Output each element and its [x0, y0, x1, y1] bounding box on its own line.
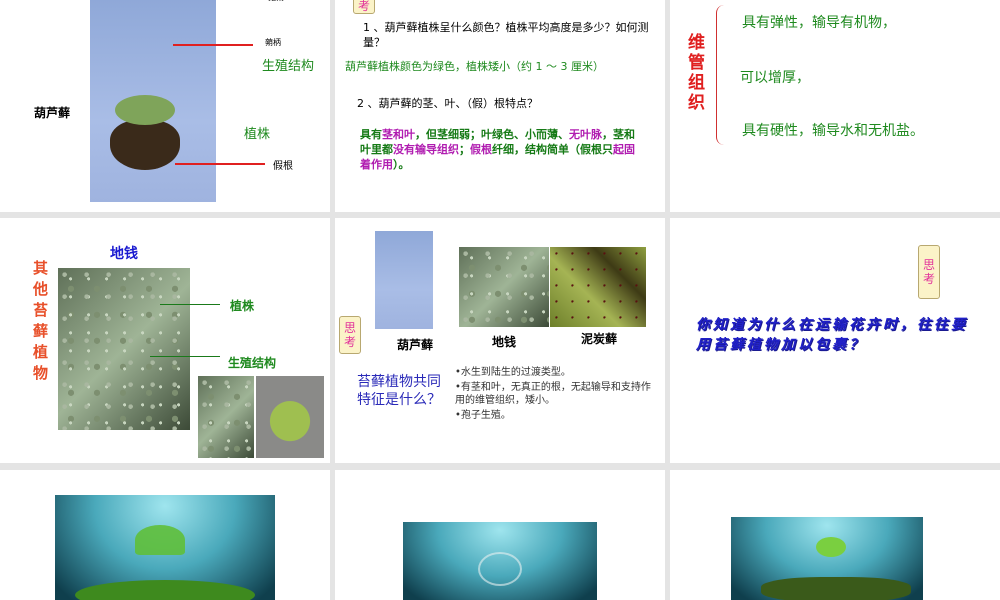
answer-2-segment: ； — [459, 143, 470, 156]
think-scroll-icon: 考 — [353, 0, 375, 14]
sphagnum-photo — [550, 247, 646, 327]
seedling-on-log-photo — [731, 517, 923, 600]
funaria-photo — [375, 231, 433, 329]
feature-item: •孢子生殖。 — [455, 410, 511, 421]
funaria-caption: 葫芦藓 — [397, 338, 434, 352]
plant-label: 植株 — [230, 299, 255, 313]
question-2: 2 、葫芦藓的茎、叶、（假）根特点？ — [357, 97, 538, 110]
feature-item: •水生到陆生的过渡类型。 — [455, 367, 571, 378]
plant-label: 植株 — [244, 127, 271, 142]
slide-thumbnail-8[interactable] — [335, 470, 665, 600]
liverwort-closeup-photo-2 — [256, 376, 324, 458]
answer-1: 葫芦藓植株颜色为绿色，植株矮小（约 1 ～ 3 厘米） — [345, 60, 604, 73]
slide-thumbnail-5[interactable]: 思考 葫芦藓 地钱 泥炭藓 苔藓植物共同特征是什么？ •水生到陆生的过渡类型。 … — [335, 218, 665, 463]
liverwort-closeup-photo — [198, 376, 254, 458]
plant-name: 葫芦藓 — [34, 106, 71, 120]
answer-2-segment: 纤细，结构简单（假根只 — [492, 143, 613, 156]
features-list: •水生到陆生的过渡类型。 •有茎和叶，无真正的根，无起输导和支持作用的维管组织，… — [455, 366, 660, 422]
question-1: 1 、葫芦藓植株呈什么颜色？植株平均高度是多少？如何测量？ — [363, 21, 649, 49]
feature-item: •有茎和叶，无真正的根，无起输导和支持作用的维管组织，矮小。 — [455, 382, 651, 406]
vascular-item-2: 可以增厚， — [740, 70, 810, 86]
stalk-label: 蒴柄 — [265, 38, 281, 47]
slide-thumbnail-7[interactable] — [0, 470, 330, 600]
answer-2-segment: 具有 — [360, 128, 382, 141]
vascular-tissue-title: 维管组织 — [688, 33, 705, 113]
sphagnum-caption: 泥炭藓 — [581, 332, 618, 346]
answer-2-segment: 茎和叶 — [382, 128, 415, 141]
slide-thumbnail-1[interactable]: 葫芦藓 孢蒴 蒴柄 生殖结构 植株 假根 — [0, 0, 330, 212]
top-label: 孢蒴 — [268, 0, 284, 3]
liverwort-caption: 地钱 — [492, 335, 517, 349]
slide-thumbnail-6[interactable]: 思考 你知道为什么在运输花卉时，往往要用苔藓植物加以包裹？ — [670, 218, 1000, 463]
vascular-item-1: 具有弹性，输导有机物， — [742, 15, 896, 31]
answer-2: 具有茎和叶，但茎细弱；叶绿色、小而薄、无叶脉，茎和叶里都没有输导组织；假根纤细，… — [360, 127, 645, 172]
moss-photo — [90, 0, 216, 202]
slide-thumbnail-3[interactable]: 维管组织 具有弹性，输导有机物， 可以增厚， 具有硬性，输导水和无机盐。 — [670, 0, 1000, 212]
answer-2-segment: 没有输导组织 — [393, 143, 459, 156]
fern-seedling-photo — [55, 495, 275, 600]
answer-2-segment: 假根 — [470, 143, 492, 156]
think-scroll-icon: 思考 — [339, 316, 361, 354]
answer-2-segment: ）。 — [393, 158, 410, 171]
slide-thumbnail-2[interactable]: 考 1 、葫芦藓植株呈什么颜色？植株平均高度是多少？如何测量？ 葫芦藓植株颜色为… — [335, 0, 665, 212]
slide-thumbnail-4[interactable]: 其他苔藓植物 地钱 植株 生殖结构 — [0, 218, 330, 463]
liverwort-caption: 地钱 — [110, 246, 138, 262]
seedling-photo — [403, 522, 597, 600]
brace-icon — [716, 5, 727, 145]
reproductive-structure-label: 生殖结构 — [262, 59, 315, 74]
common-features-question: 苔藓植物共同特征是什么？ — [357, 374, 441, 408]
answer-2-segment: 无叶脉 — [569, 128, 602, 141]
liverwort-photo — [58, 268, 190, 430]
liverwort-photo — [459, 247, 549, 327]
slide-thumbnail-9[interactable] — [670, 470, 1000, 600]
vascular-item-3: 具有硬性，输导水和无机盐。 — [742, 123, 924, 139]
reproductive-structure-label: 生殖结构 — [228, 356, 277, 370]
think-scroll-icon: 思考 — [918, 245, 940, 299]
other-mosses-title: 其他苔藓植物 — [33, 259, 49, 382]
rhizoid-label: 假根 — [273, 161, 293, 172]
answer-2-segment: ，但茎细弱；叶绿色、小而薄、 — [415, 128, 569, 141]
transport-question: 你知道为什么在运输花卉时，往往要用苔藓植物加以包裹？ — [696, 317, 968, 353]
